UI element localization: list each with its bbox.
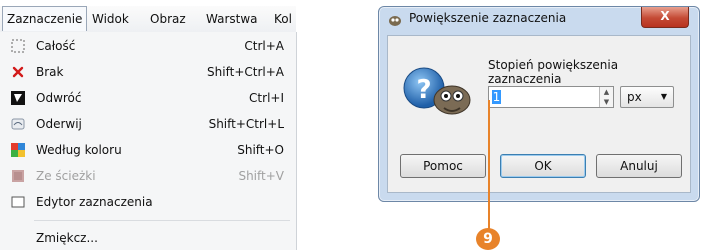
- menu-item-calosc[interactable]: Całość Ctrl+A: [0, 34, 296, 58]
- ok-button[interactable]: OK: [500, 154, 586, 178]
- by-color-icon: [10, 142, 26, 158]
- grow-amount-spinner[interactable]: 1 ▲ ▼: [488, 86, 614, 108]
- menu-item-edytor-zaznaczenia[interactable]: Edytor zaznaczenia: [0, 190, 296, 214]
- menu-item-shortcut: Ctrl+A: [244, 39, 284, 53]
- menu-item-shortcut: Shift+Ctrl+L: [208, 117, 284, 131]
- menu-item-label: Odwróć: [36, 91, 82, 105]
- menu-item-label: Całość: [36, 39, 76, 53]
- dialog-body: ? Stopień powiększenia zaznaczenia 1 ▲ ▼…: [387, 35, 691, 193]
- from-path-icon: [10, 168, 26, 184]
- select-all-icon: [10, 38, 26, 54]
- menu-item-ze-sciezki: Ze ścieżki Shift+V: [0, 164, 296, 188]
- menu-item-zmiekcz[interactable]: Zmiękcz...: [0, 226, 296, 250]
- grow-amount-value[interactable]: 1: [492, 90, 501, 104]
- menu-warstwa-label: Warstwa: [206, 12, 258, 26]
- unit-select[interactable]: px ▼: [620, 86, 674, 108]
- menu-obraz-label: Obraz: [150, 12, 186, 26]
- menu-item-label: Według koloru: [36, 143, 122, 157]
- gimp-app-icon: [387, 12, 403, 28]
- menu-kolory[interactable]: Kol: [270, 6, 296, 32]
- menu-item-oderwij[interactable]: Oderwij Shift+Ctrl+L: [0, 112, 296, 136]
- menu-item-shortcut: Shift+V: [238, 169, 284, 183]
- menu-widok[interactable]: Widok: [88, 6, 133, 32]
- menu-item-label: Brak: [36, 65, 64, 79]
- spin-down-icon[interactable]: ▼: [600, 97, 613, 107]
- question-mascot-icon: ?: [400, 58, 476, 120]
- menu-widok-label: Widok: [92, 12, 129, 26]
- grow-amount-label: Stopień powiększenia zaznaczenia: [488, 58, 619, 86]
- callout-line: [488, 100, 490, 236]
- help-button[interactable]: Pomoc: [400, 154, 486, 178]
- menu-kolory-label: Kol: [274, 12, 292, 26]
- svg-text:?: ?: [416, 75, 431, 105]
- dialog-title: Powiększenie zaznaczenia: [409, 11, 567, 25]
- menu-item-label: Edytor zaznaczenia: [36, 195, 153, 209]
- menu-item-shortcut: Shift+Ctrl+A: [207, 65, 284, 79]
- menu-item-label: Ze ścieżki: [36, 169, 96, 183]
- menu-warstwa[interactable]: Warstwa: [202, 6, 262, 32]
- chevron-down-icon: ▼: [660, 92, 667, 101]
- menu-item-wedlug-koloru[interactable]: Według koloru Shift+O: [0, 138, 296, 162]
- grow-selection-dialog: Powiększenie zaznaczenia X ? Stopień pow…: [378, 6, 700, 202]
- menu-item-shortcut: Ctrl+I: [249, 91, 284, 105]
- selection-editor-icon: [10, 194, 26, 210]
- float-icon: [10, 116, 26, 132]
- unit-select-value: px: [627, 90, 642, 104]
- menu-obraz[interactable]: Obraz: [146, 6, 190, 32]
- menu-zaznaczenie-label: Zaznaczenie: [7, 12, 83, 26]
- close-button[interactable]: X: [641, 7, 689, 28]
- spinner-arrows[interactable]: ▲ ▼: [599, 87, 613, 107]
- menu-item-label: Zmiękcz...: [36, 231, 98, 245]
- cancel-button[interactable]: Anuluj: [596, 154, 682, 178]
- menu-item-shortcut: Shift+O: [237, 143, 284, 157]
- menu-item-label: Oderwij: [36, 117, 82, 131]
- menu-item-brak[interactable]: Brak Shift+Ctrl+A: [0, 60, 296, 84]
- red-x-icon: [10, 64, 26, 80]
- menubar: Zaznaczenie Widok Obraz Warstwa Kol: [0, 6, 296, 33]
- invert-icon: [10, 90, 26, 106]
- callout-number-badge: 9: [476, 228, 500, 250]
- spin-up-icon[interactable]: ▲: [600, 87, 613, 97]
- menu-item-odwroc[interactable]: Odwróć Ctrl+I: [0, 86, 296, 110]
- selection-dropdown-menu: Całość Ctrl+A Brak Shift+Ctrl+A Odwróć C…: [0, 32, 297, 250]
- menu-separator: [34, 220, 290, 221]
- menu-zaznaczenie[interactable]: Zaznaczenie: [2, 6, 88, 31]
